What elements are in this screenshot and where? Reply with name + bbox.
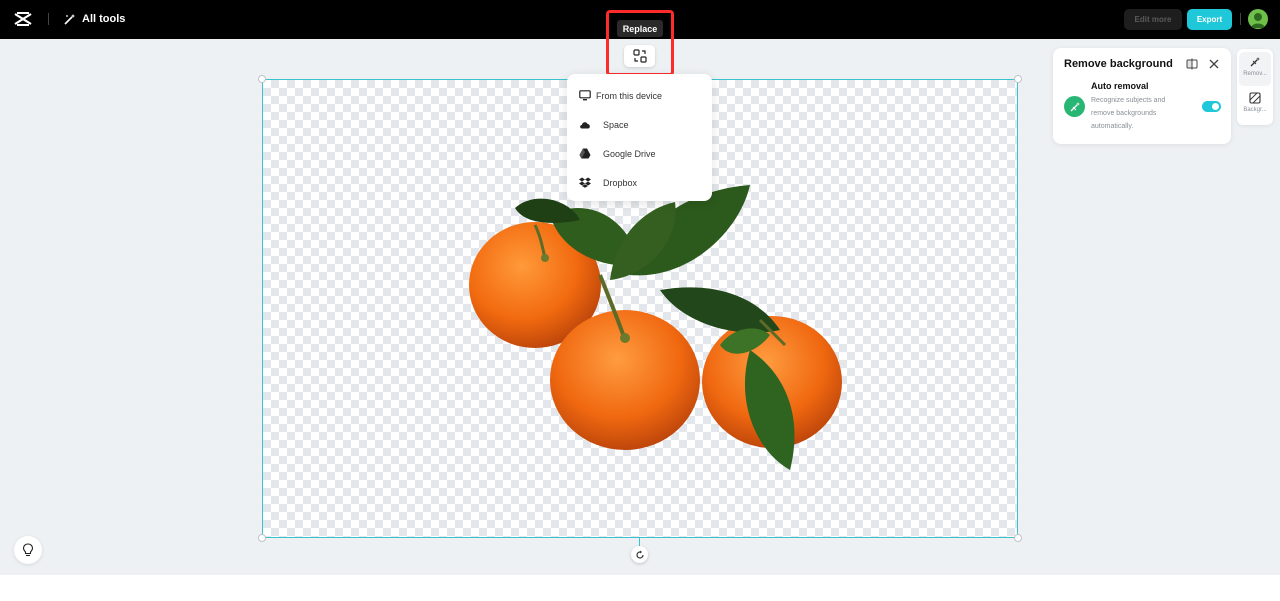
capcut-logo-icon[interactable] (14, 11, 32, 27)
dropdown-item-label: Space (603, 119, 629, 130)
auto-removal-description: Recognize subjects and remove background… (1091, 97, 1166, 130)
resize-handle-top-right[interactable] (1014, 75, 1022, 83)
auto-removal-title: Auto removal (1091, 81, 1149, 91)
user-avatar-icon (1251, 13, 1265, 28)
cloud-icon (578, 118, 591, 131)
auto-removal-toggle[interactable] (1202, 101, 1221, 112)
dropdown-item-space[interactable]: Space (567, 110, 712, 139)
dropdown-item-dropbox[interactable]: Dropbox (567, 168, 712, 197)
dropdown-item-google-drive[interactable]: Google Drive (567, 139, 712, 168)
panel-title: Remove background (1064, 58, 1173, 70)
magic-wand-icon (64, 13, 75, 25)
tangerines-image (469, 185, 842, 470)
tips-button[interactable] (14, 536, 42, 564)
resize-handle-bottom-left[interactable] (258, 534, 266, 542)
background-icon (1249, 92, 1261, 104)
side-item-background[interactable]: Backgr... (1239, 88, 1271, 122)
dropbox-icon (578, 176, 591, 189)
export-button[interactable]: Export (1187, 9, 1232, 30)
app-root: All tools Edit more Export Replace From … (0, 0, 1280, 601)
all-tools-label: All tools (82, 13, 126, 25)
side-item-remove-background[interactable]: Remov... (1239, 52, 1271, 86)
monitor-icon (578, 89, 591, 102)
dropdown-item-label: From this device (596, 90, 663, 101)
resize-handle-bottom-right[interactable] (1014, 534, 1022, 542)
remove-background-panel: Remove background Auto removal Recognize… (1053, 48, 1231, 144)
resize-handle-top-left[interactable] (258, 75, 266, 83)
close-icon[interactable] (1208, 58, 1220, 70)
avatar[interactable] (1248, 9, 1268, 29)
rotate-icon (635, 550, 644, 559)
replace-dropdown: From this device Space Google Drive Drop… (567, 74, 712, 201)
google-drive-icon (578, 147, 591, 160)
replace-tooltip: Replace (617, 20, 663, 37)
side-item-label: Backgr... (1243, 107, 1267, 113)
compare-icon[interactable] (1186, 58, 1198, 70)
topbar-divider (48, 13, 49, 25)
topbar-divider-right (1240, 13, 1241, 25)
replace-button[interactable] (624, 45, 655, 67)
replace-icon (632, 49, 647, 63)
dropdown-item-label: Dropbox (603, 177, 638, 188)
rotate-button[interactable] (631, 546, 648, 563)
remove-bg-icon (1250, 57, 1260, 67)
side-item-label: Remov... (1243, 71, 1267, 77)
dropdown-item-from-device[interactable]: From this device (567, 81, 712, 110)
auto-removal-icon (1064, 96, 1085, 117)
side-toolbar: Remov... Backgr... (1237, 49, 1273, 125)
all-tools-button[interactable]: All tools (63, 11, 125, 27)
edit-more-button[interactable]: Edit more (1124, 9, 1182, 30)
dropdown-item-label: Google Drive (603, 148, 656, 159)
lightbulb-icon (22, 543, 34, 557)
